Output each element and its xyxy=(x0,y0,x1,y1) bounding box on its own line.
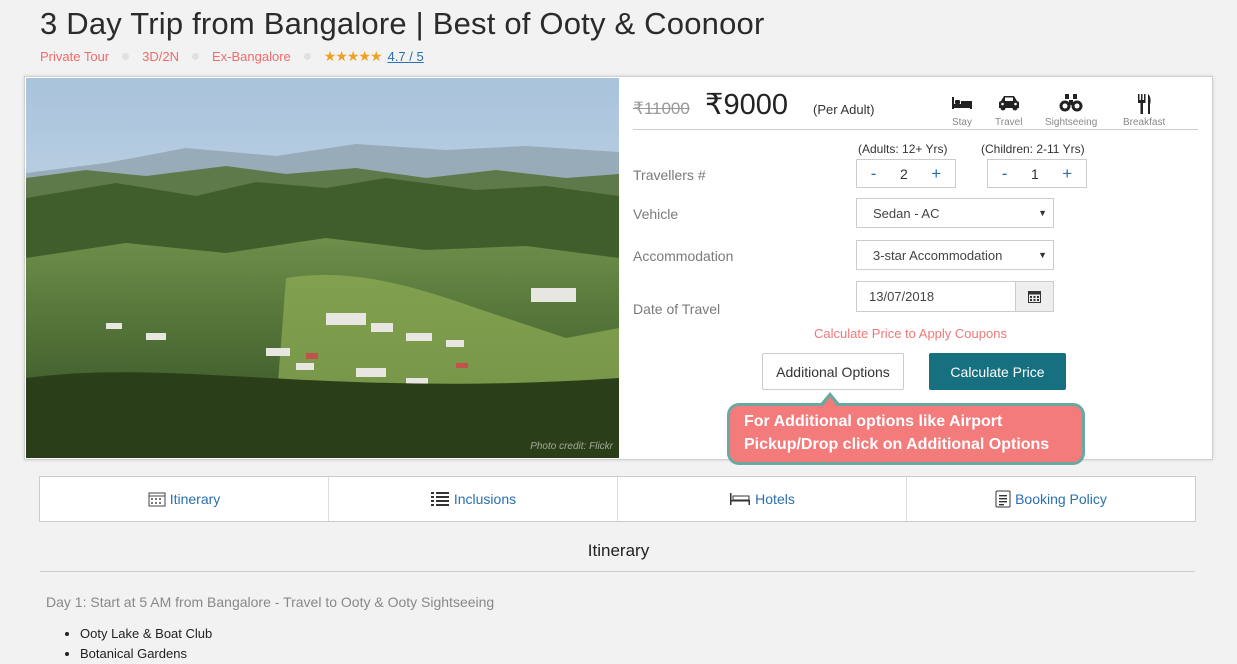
tab-inclusions[interactable]: Inclusions xyxy=(329,477,618,521)
amenity-travel: Travel xyxy=(995,93,1022,128)
caret-down-icon: ▼ xyxy=(1038,208,1047,218)
list-item: Botanical Gardens xyxy=(80,644,212,664)
tab-itinerary[interactable]: Itinerary xyxy=(40,477,329,521)
new-price: ₹9000 xyxy=(705,89,788,121)
adults-minus-button[interactable]: - xyxy=(867,164,881,184)
bed-icon xyxy=(951,93,973,115)
children-minus-button[interactable]: - xyxy=(998,164,1012,184)
callout-tail-inner xyxy=(823,397,837,406)
tab-booking-policy[interactable]: Booking Policy xyxy=(907,477,1195,521)
calendar-grid-icon xyxy=(148,491,166,507)
separator-dot xyxy=(122,53,130,60)
rating-link[interactable]: 4.7 / 5 xyxy=(388,49,424,64)
adults-plus-button[interactable]: + xyxy=(927,164,945,184)
children-count: 1 xyxy=(1030,165,1039,182)
car-icon xyxy=(995,93,1022,115)
binoculars-icon xyxy=(1045,93,1097,115)
divider xyxy=(40,571,1195,572)
amenity-sightseeing: Sightseeing xyxy=(1045,93,1097,128)
day-activities: Ooty Lake & Boat Club Botanical Gardens xyxy=(62,624,212,664)
additional-options-button[interactable]: Additional Options xyxy=(762,353,904,390)
price-row: ₹11000 ₹9000 (Per Adult) Stay Travel Sig… xyxy=(633,87,1198,130)
adults-age-label: (Adults: 12+ Yrs) xyxy=(858,142,948,156)
bed-icon xyxy=(729,492,751,506)
children-age-label: (Children: 2-11 Yrs) xyxy=(981,142,1085,156)
amenity-stay: Stay xyxy=(951,93,973,128)
children-plus-button[interactable]: + xyxy=(1058,164,1076,184)
tag-private-tour: Private Tour xyxy=(40,49,110,64)
accommodation-select[interactable]: 3-star Accommodation ▼ xyxy=(856,240,1054,270)
amenity-breakfast: Breakfast xyxy=(1123,93,1165,128)
caret-down-icon: ▼ xyxy=(1038,250,1047,260)
cutlery-icon xyxy=(1123,93,1165,115)
adults-stepper: - 2 + xyxy=(856,159,956,188)
date-of-travel-input[interactable]: 13/07/2018 xyxy=(856,281,1054,312)
accommodation-label: Accommodation xyxy=(633,248,734,264)
vehicle-label: Vehicle xyxy=(633,206,679,222)
per-adult-label: (Per Adult) xyxy=(813,102,875,117)
calendar-icon[interactable] xyxy=(1015,282,1053,311)
page-title: 3 Day Trip from Bangalore | Best of Ooty… xyxy=(40,6,765,41)
list-item: Ooty Lake & Boat Club xyxy=(80,624,212,644)
adults-count: 2 xyxy=(899,165,908,182)
checklist-icon xyxy=(430,491,450,507)
calculate-price-button[interactable]: Calculate Price xyxy=(929,353,1066,390)
tab-hotels[interactable]: Hotels xyxy=(618,477,907,521)
coupon-hint: Calculate Price to Apply Coupons xyxy=(814,326,1007,341)
tag-origin: Ex-Bangalore xyxy=(212,49,291,64)
separator-dot xyxy=(303,53,311,60)
document-icon xyxy=(995,490,1011,508)
itinerary-title: Itinerary xyxy=(587,541,650,560)
date-label: Date of Travel xyxy=(633,301,721,317)
photo-credit: Photo credit: Flickr xyxy=(530,441,613,452)
detail-tabs: Itinerary Inclusions Hotels Booking Poli… xyxy=(39,476,1196,522)
rating-stars: ★★★★★ xyxy=(323,48,383,64)
day-heading: Day 1: Start at 5 AM from Bangalore - Tr… xyxy=(46,594,495,610)
travellers-label: Travellers # xyxy=(633,167,706,183)
children-stepper: - 1 + xyxy=(987,159,1087,188)
separator-dot xyxy=(192,53,199,60)
old-price: ₹11000 xyxy=(633,99,690,118)
vehicle-select[interactable]: Sedan - AC ▼ xyxy=(856,198,1054,228)
tour-meta: Private Tour 3D/2N Ex-Bangalore ★★★★★ 4.… xyxy=(40,48,424,65)
tour-photo: Photo credit: Flickr xyxy=(26,78,619,458)
tag-duration: 3D/2N xyxy=(142,49,179,64)
additional-options-callout: For Additional options like Airport Pick… xyxy=(727,403,1085,465)
